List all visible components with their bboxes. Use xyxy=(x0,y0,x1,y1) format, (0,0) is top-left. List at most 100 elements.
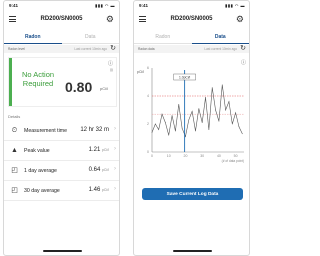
y-tick-label: 2 xyxy=(147,122,149,126)
status-time: 9:41 xyxy=(9,3,19,8)
x-tick-label: 50 xyxy=(234,154,238,158)
radon-level-header: Radon level Last current 10min ago ↻ xyxy=(4,45,119,53)
status-color-stripe xyxy=(9,58,12,106)
tab-bar: Radon Data xyxy=(4,31,119,44)
y-tick-label: 0 xyxy=(147,150,149,154)
data-point xyxy=(218,120,220,122)
last-measure-note: Last current 10min ago xyxy=(204,47,237,51)
detail-label: 1 day average xyxy=(24,168,57,174)
data-point xyxy=(151,132,153,133)
detail-row-30-day-average[interactable]: ◰ 30 day average 1.46 pCi/l › xyxy=(4,181,119,201)
radon-screen: 9:41 ▮▮▮ ◠ ▬ RD200/SN0005 ⚙ Radon Data R… xyxy=(3,0,120,256)
x-tick-label: 30 xyxy=(200,154,204,158)
x-tick-label: 10 xyxy=(167,154,171,158)
data-point xyxy=(235,112,236,114)
tab-bar: Radon Data xyxy=(134,31,249,44)
home-indicator[interactable] xyxy=(43,250,82,252)
data-point xyxy=(238,126,240,128)
details-label: Details xyxy=(8,114,21,119)
save-log-data-button[interactable]: Save Current Log Data xyxy=(142,188,243,200)
system-icons: ▮▮▮ ◠ ▬ xyxy=(95,3,115,8)
detail-value: 0.64 pCi/l xyxy=(88,167,109,173)
detail-row-measurement-time[interactable]: ⏲ Measurement time 12 hr 32 m › xyxy=(4,121,119,141)
x-tick-label: 0 xyxy=(151,154,153,158)
data-point xyxy=(225,109,226,111)
radon-level-label: Radon level xyxy=(8,47,25,51)
data-point xyxy=(221,84,223,86)
chevron-right-icon: › xyxy=(114,126,116,132)
radon-series-line xyxy=(151,84,243,138)
detail-value: 1.21 pCi/l xyxy=(88,147,109,153)
data-point xyxy=(201,122,203,123)
detail-value: 12 hr 32 m xyxy=(80,127,109,133)
status-time: 9:41 xyxy=(139,3,149,8)
data-point xyxy=(171,115,173,116)
info-icon[interactable]: ⓘ xyxy=(241,59,246,66)
system-icons: ▮▮▮ ◠ ▬ xyxy=(225,3,245,8)
tab-radon[interactable]: Radon xyxy=(134,31,192,44)
status-bar: 9:41 ▮▮▮ ◠ ▬ xyxy=(4,1,119,11)
data-point xyxy=(154,123,156,125)
data-point xyxy=(161,113,163,115)
timer-icon: ⏲ xyxy=(11,127,18,134)
data-point xyxy=(178,104,180,105)
data-point xyxy=(231,123,233,125)
radon-data-header: Radon data Last current 10min ago ↻ xyxy=(134,45,249,53)
y-tick-label: 4 xyxy=(147,94,149,98)
data-point xyxy=(198,108,200,109)
y-tick-label: 6 xyxy=(147,66,149,70)
x-tick-label: 20 xyxy=(184,154,188,158)
x-axis-label: (# of data point) xyxy=(222,159,244,163)
radon-chart[interactable]: pCi/l 0 2 4 6 0 10 20 30 40 50 (# of data point) 1.0… xyxy=(134,56,250,176)
cursor-value-label: 1.0pCi/l xyxy=(179,75,190,79)
data-point xyxy=(191,111,193,112)
refresh-icon[interactable]: ↻ xyxy=(110,44,116,52)
tab-data[interactable]: Data xyxy=(191,31,249,44)
settings-gear-icon[interactable]: ⚙ xyxy=(236,14,244,24)
last-measure-note: Last current 10min ago xyxy=(74,47,107,51)
detail-label: Measurement time xyxy=(24,128,67,134)
data-point xyxy=(215,109,216,111)
chevron-right-icon: › xyxy=(114,146,116,152)
data-screen: 9:41 ▮▮▮ ◠ ▬ RD200/SN0005 ⚙ Radon Data R… xyxy=(133,0,250,256)
mini-chart-icon: ▥ xyxy=(109,68,113,72)
data-point xyxy=(208,129,210,130)
chevron-right-icon: › xyxy=(114,166,116,172)
data-point xyxy=(181,127,183,129)
chevron-right-icon: › xyxy=(114,186,116,192)
y-axis-label: pCi/l xyxy=(137,70,144,74)
data-point xyxy=(211,87,213,88)
detail-row-peak-value[interactable]: ▲ Peak value 1.21 pCi/l › xyxy=(4,141,119,161)
day-chart-icon: ◰ xyxy=(11,167,18,174)
data-point xyxy=(195,130,196,132)
radon-data-label: Radon data xyxy=(138,47,155,51)
home-indicator[interactable] xyxy=(173,250,212,252)
radon-status-text: No Action Required xyxy=(21,70,55,88)
data-point xyxy=(168,134,170,136)
detail-row-1-day-average[interactable]: ◰ 1 day average 0.64 pCi/l › xyxy=(4,161,119,181)
detail-label: 30 day average xyxy=(24,188,60,194)
data-point xyxy=(165,122,166,123)
data-point xyxy=(175,130,176,132)
tab-radon[interactable]: Radon xyxy=(4,31,62,44)
radon-status-card: No Action Required 0.80 pCi/l ⓘ ▥ xyxy=(8,57,117,107)
x-tick-label: 40 xyxy=(217,154,221,158)
info-icon[interactable]: ⓘ xyxy=(108,60,113,67)
data-point xyxy=(188,119,190,121)
tab-data[interactable]: Data xyxy=(62,31,120,44)
radon-line-chart[interactable]: pCi/l 0 2 4 6 0 10 20 30 40 50(# of data point) 1.0… xyxy=(134,56,250,176)
status-bar: 9:41 ▮▮▮ ◠ ▬ xyxy=(134,1,249,11)
title-bar: RD200/SN0005 ⚙ xyxy=(134,14,249,26)
detail-label: Peak value xyxy=(24,148,50,154)
detail-value: 1.46 pCi/l xyxy=(88,187,109,193)
data-point xyxy=(158,129,160,130)
title-bar: RD200/SN0005 ⚙ xyxy=(4,14,119,26)
month-chart-icon: ◰ xyxy=(11,187,18,194)
refresh-icon[interactable]: ↻ xyxy=(240,44,246,52)
data-point xyxy=(241,133,243,135)
data-point xyxy=(205,97,206,98)
peak-icon: ▲ xyxy=(11,147,18,154)
device-title: RD200/SN0005 xyxy=(170,16,213,22)
settings-gear-icon[interactable]: ⚙ xyxy=(106,14,114,24)
data-point xyxy=(185,136,186,137)
